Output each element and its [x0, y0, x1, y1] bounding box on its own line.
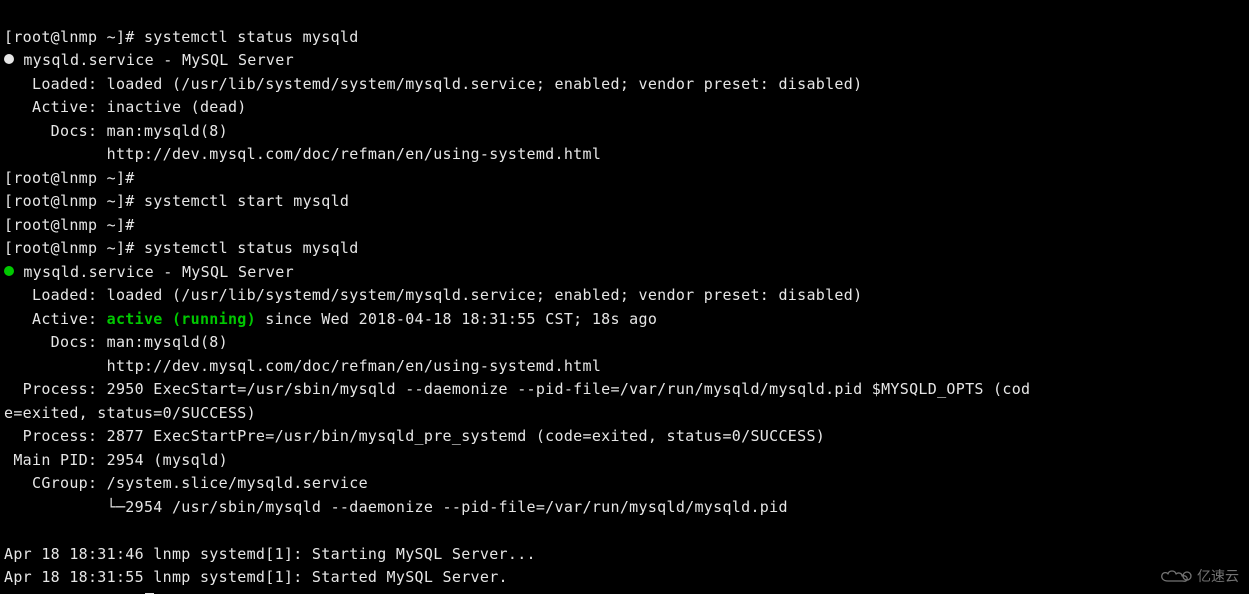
journal-line: Apr 18 18:31:55 lnmp systemd[1]: Started…	[4, 568, 508, 586]
active-line-suffix: since Wed 2018-04-18 18:31:55 CST; 18s a…	[256, 310, 657, 328]
unit-line: mysqld.service - MySQL Server	[14, 51, 294, 69]
active-line-prefix: Active:	[4, 310, 107, 328]
cgroup-tree-line: └─2954 /usr/sbin/mysqld --daemonize --pi…	[4, 498, 788, 516]
terminal-output[interactable]: [root@lnmp ~]# systemctl status mysqld m…	[0, 0, 1249, 594]
prompt: [root@lnmp ~]#	[4, 239, 144, 257]
unit-line: mysqld.service - MySQL Server	[14, 263, 294, 281]
cloud-icon	[1159, 567, 1193, 585]
docs-line: Docs: man:mysqld(8)	[4, 333, 228, 351]
process-line: Process: 2950 ExecStart=/usr/sbin/mysqld…	[4, 380, 1030, 398]
main-pid-line: Main PID: 2954 (mysqld)	[4, 451, 228, 469]
loaded-line: Loaded: loaded (/usr/lib/systemd/system/…	[4, 75, 862, 93]
docs-line: Docs: man:mysqld(8)	[4, 122, 228, 140]
loaded-line: Loaded: loaded (/usr/lib/systemd/system/…	[4, 286, 862, 304]
active-line: Active: inactive (dead)	[4, 98, 247, 116]
docs-line: http://dev.mysql.com/doc/refman/en/using…	[4, 145, 601, 163]
process-line: Process: 2877 ExecStartPre=/usr/bin/mysq…	[4, 427, 825, 445]
watermark-text: 亿速云	[1197, 566, 1239, 586]
watermark: 亿速云	[1159, 566, 1239, 586]
journal-line: Apr 18 18:31:46 lnmp systemd[1]: Startin…	[4, 545, 536, 563]
command-text: systemctl status mysqld	[144, 239, 359, 257]
docs-line: http://dev.mysql.com/doc/refman/en/using…	[4, 357, 601, 375]
command-text: systemctl start mysqld	[144, 192, 349, 210]
prompt: [root@lnmp ~]#	[4, 169, 144, 187]
cgroup-line: CGroup: /system.slice/mysqld.service	[4, 474, 368, 492]
prompt: [root@lnmp ~]#	[4, 192, 144, 210]
active-state: active (running)	[107, 310, 256, 328]
status-dot-active-icon	[4, 266, 14, 276]
prompt: [root@lnmp ~]#	[4, 28, 144, 46]
process-line: e=exited, status=0/SUCCESS)	[4, 404, 256, 422]
status-dot-inactive-icon	[4, 54, 14, 64]
command-text: systemctl status mysqld	[144, 28, 359, 46]
prompt: [root@lnmp ~]#	[4, 216, 144, 234]
